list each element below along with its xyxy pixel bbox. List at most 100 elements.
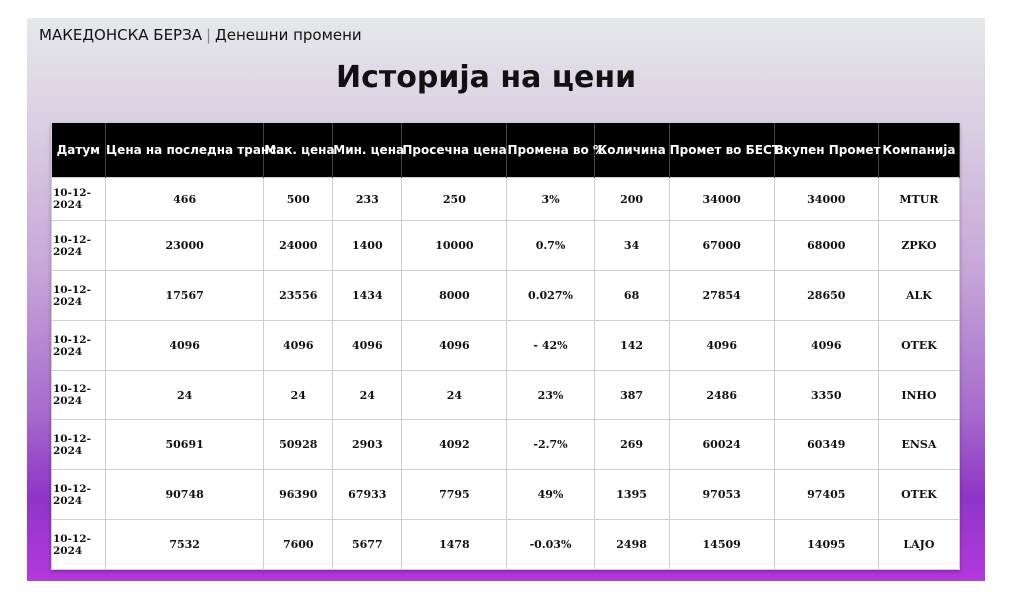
table-cell: 34 bbox=[593, 220, 670, 271]
table-row[interactable]: 10-12-2024 7532 7600 5677 1478 -0.03% 2498 1450… bbox=[50, 519, 961, 570]
table-cell: 1400 bbox=[332, 220, 403, 271]
table-cell: 10000 bbox=[401, 220, 508, 271]
table-cell: 10-12-2024 bbox=[50, 519, 107, 570]
table-cell: OTEK bbox=[877, 469, 961, 520]
table-cell: INHO bbox=[877, 370, 961, 420]
header-subtitle[interactable]: Денешни промени bbox=[215, 26, 362, 44]
column-header[interactable]: Просечна цена bbox=[401, 123, 508, 178]
table-cell: 4092 bbox=[401, 419, 508, 470]
table-cell: 90748 bbox=[105, 469, 265, 520]
table-cell: 500 bbox=[263, 177, 334, 221]
table-cell: 68000 bbox=[773, 220, 879, 271]
brand-name[interactable]: МАКЕДОНСКА БЕРЗА bbox=[39, 26, 202, 44]
table-cell: 49% bbox=[506, 469, 595, 520]
table-cell: ALK bbox=[877, 270, 961, 321]
table-cell: 67933 bbox=[332, 469, 403, 520]
table-cell: OTEK bbox=[877, 320, 961, 371]
table-cell: 7532 bbox=[105, 519, 265, 570]
table-cell: 50928 bbox=[263, 419, 334, 470]
column-header[interactable]: Мин. цена bbox=[332, 123, 404, 178]
table-cell: 24000 bbox=[263, 220, 334, 271]
table-cell: 1434 bbox=[332, 270, 403, 321]
table-row[interactable]: 10-12-2024 24 24 24 24 23% 387 2486 3350 INHO bbox=[50, 370, 961, 420]
column-header[interactable]: Вкупен Промет bbox=[774, 123, 881, 178]
table-cell: 34000 bbox=[668, 177, 775, 221]
table-cell: 10-12-2024 bbox=[50, 469, 107, 520]
table-cell: 7795 bbox=[401, 469, 508, 520]
table-cell: 96390 bbox=[263, 469, 334, 520]
table-cell: 24 bbox=[105, 370, 265, 420]
table-cell: 24 bbox=[332, 370, 403, 420]
column-header[interactable]: Мак. цена bbox=[263, 123, 335, 178]
column-header[interactable]: Датум bbox=[51, 123, 107, 178]
page-title: Историја на цени bbox=[336, 60, 637, 95]
column-header[interactable]: Промена во % bbox=[506, 123, 605, 178]
table-row[interactable]: 10-12-2024 90748 96390 67933 7795 49% 1395 9705… bbox=[50, 469, 961, 520]
table-cell: 2498 bbox=[593, 519, 670, 570]
table-cell: 4096 bbox=[332, 320, 403, 371]
table-cell: 10-12-2024 bbox=[50, 419, 107, 470]
table-cell: 3350 bbox=[773, 370, 879, 420]
column-header[interactable]: Цена на последна транс. bbox=[105, 123, 281, 178]
table-cell: 1478 bbox=[401, 519, 508, 570]
table-cell: 50691 bbox=[105, 419, 265, 470]
column-header[interactable]: Промет во БЕСТ bbox=[669, 123, 780, 178]
table-cell: 3% bbox=[506, 177, 595, 221]
price-history-table: Датум Цена на последна транс. Мак. цена … bbox=[50, 123, 961, 570]
table-cell: 23% bbox=[506, 370, 595, 420]
table-cell: 4096 bbox=[668, 320, 775, 371]
table-cell: 10-12-2024 bbox=[50, 320, 107, 371]
table-cell: ENSA bbox=[877, 419, 961, 470]
table-cell: 1395 bbox=[593, 469, 670, 520]
table-cell: 2486 bbox=[668, 370, 775, 420]
header-separator: | bbox=[205, 26, 212, 44]
table-cell: 10-12-2024 bbox=[50, 270, 107, 321]
table-cell: 4096 bbox=[263, 320, 334, 371]
table-cell: 28650 bbox=[773, 270, 879, 321]
main-panel: МАКЕДОНСКА БЕРЗА | Денешни промени Историј… bbox=[27, 18, 985, 581]
table-cell: 97405 bbox=[773, 469, 879, 520]
table-cell: 27854 bbox=[668, 270, 775, 321]
table-cell: - 42% bbox=[506, 320, 595, 371]
table-cell: 10-12-2024 bbox=[50, 177, 107, 221]
table-row[interactable]: 10-12-2024 466 500 233 250 3% 200 34000 34000 MTU… bbox=[50, 177, 961, 221]
column-header[interactable]: Количина bbox=[594, 123, 670, 178]
table-cell: 200 bbox=[593, 177, 670, 221]
table-cell: 142 bbox=[593, 320, 670, 371]
table-cell: 250 bbox=[401, 177, 508, 221]
table-cell: 34000 bbox=[773, 177, 879, 221]
table-cell: 68 bbox=[593, 270, 670, 321]
table-cell: 97053 bbox=[668, 469, 775, 520]
table-cell: 0.7% bbox=[506, 220, 595, 271]
table-cell: 4096 bbox=[401, 320, 508, 371]
table-cell: 7600 bbox=[263, 519, 334, 570]
table-cell: LAJO bbox=[877, 519, 961, 570]
table-cell: 2903 bbox=[332, 419, 403, 470]
table-cell: 387 bbox=[593, 370, 670, 420]
table-row[interactable]: 10-12-2024 50691 50928 2903 4092 -2.7% 269 6002… bbox=[50, 419, 961, 470]
table-cell: 23000 bbox=[105, 220, 265, 271]
column-header[interactable]: Компанија bbox=[878, 123, 961, 178]
table-cell: 4096 bbox=[105, 320, 265, 371]
table-cell: 269 bbox=[593, 419, 670, 470]
table-cell: 14509 bbox=[668, 519, 775, 570]
table-cell: 67000 bbox=[668, 220, 775, 271]
table-cell: 0.027% bbox=[506, 270, 595, 321]
table-cell: -0.03% bbox=[506, 519, 595, 570]
table-row[interactable]: 10-12-2024 23000 24000 1400 10000 0.7% 34 67000… bbox=[50, 220, 961, 271]
table-cell: 17567 bbox=[105, 270, 265, 321]
table-cell: 4096 bbox=[773, 320, 879, 371]
table-header-row: Датум Цена на последна транс. Мак. цена … bbox=[51, 123, 961, 178]
header-brand: МАКЕДОНСКА БЕРЗА | Денешни промени bbox=[39, 26, 362, 44]
table-row[interactable]: 10-12-2024 4096 4096 4096 4096- 42% 142 4096 40… bbox=[50, 320, 961, 371]
table-row[interactable]: 10-12-2024 17567 23556 1434 8000 0.027% 68 2785… bbox=[50, 270, 961, 321]
table-cell: 23556 bbox=[263, 270, 334, 321]
table-cell: 24 bbox=[401, 370, 508, 420]
table-cell: 60349 bbox=[773, 419, 879, 470]
table-cell: ZPKO bbox=[877, 220, 961, 271]
table-cell: 10-12-2024 bbox=[50, 370, 107, 420]
table-cell: 466 bbox=[105, 177, 265, 221]
table-cell: MTUR bbox=[877, 177, 961, 221]
table-cell: 5677 bbox=[332, 519, 403, 570]
table-cell: 233 bbox=[332, 177, 403, 221]
